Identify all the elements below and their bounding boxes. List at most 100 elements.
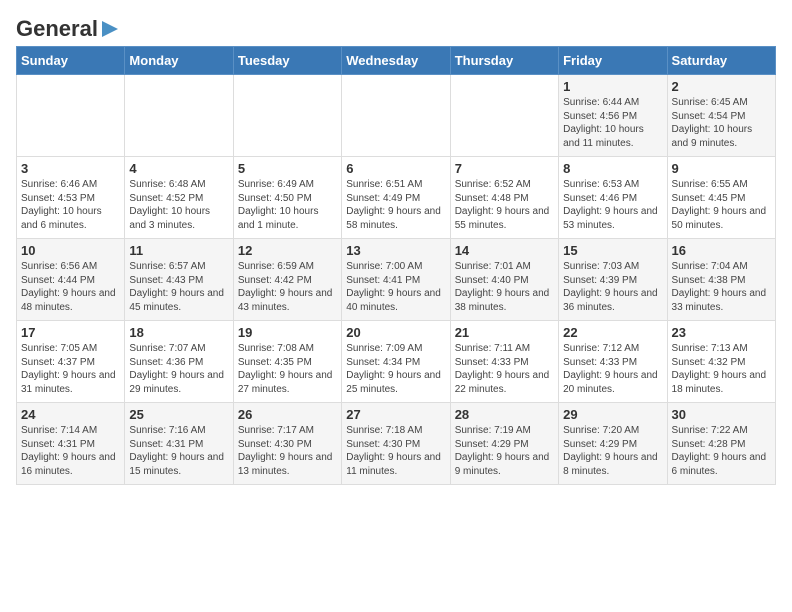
day-cell: 25 Sunrise: 7:16 AM Sunset: 4:31 PM Dayli… xyxy=(125,403,233,485)
header-cell-wednesday: Wednesday xyxy=(342,47,450,75)
day-cell: 26 Sunrise: 7:17 AM Sunset: 4:30 PM Dayli… xyxy=(233,403,341,485)
logo-general: General xyxy=(16,16,98,42)
day-info: Sunrise: 6:59 AM Sunset: 4:42 PM Dayligh… xyxy=(238,260,337,314)
day-number: 25 xyxy=(129,407,228,422)
day-cell: 30 Sunrise: 7:22 AM Sunset: 4:28 PM Dayli… xyxy=(667,403,775,485)
logo-arrow-icon xyxy=(100,19,120,39)
logo: General xyxy=(16,16,120,38)
header-cell-saturday: Saturday xyxy=(667,47,775,75)
day-cell xyxy=(450,75,558,157)
calendar-table: SundayMondayTuesdayWednesdayThursdayFrid… xyxy=(16,46,776,485)
day-cell: 15Sunrise: 7:03 AM Sunset: 4:39 PM Dayli… xyxy=(559,239,667,321)
week-row-1: 1 Sunrise: 6:44 AM Sunset: 4:56 PM Daylig… xyxy=(17,75,776,157)
day-cell: 19 Sunrise: 7:08 AM Sunset: 4:35 PM Dayli… xyxy=(233,321,341,403)
day-cell: 28Sunrise: 7:19 AM Sunset: 4:29 PM Dayli… xyxy=(450,403,558,485)
header-row: SundayMondayTuesdayWednesdayThursdayFrid… xyxy=(17,47,776,75)
day-info: Sunrise: 7:04 AM Sunset: 4:38 PM Dayligh… xyxy=(672,260,771,314)
day-cell: 9Sunrise: 6:55 AM Sunset: 4:45 PM Daylig… xyxy=(667,157,775,239)
day-info: Sunrise: 6:45 AM Sunset: 4:54 PM Dayligh… xyxy=(672,96,771,150)
day-number: 19 xyxy=(238,325,337,340)
day-info: Sunrise: 6:51 AM Sunset: 4:49 PM Dayligh… xyxy=(346,178,445,232)
header-cell-monday: Monday xyxy=(125,47,233,75)
day-cell xyxy=(342,75,450,157)
day-cell: 29Sunrise: 7:20 AM Sunset: 4:29 PM Dayli… xyxy=(559,403,667,485)
day-info: Sunrise: 6:52 AM Sunset: 4:48 PM Dayligh… xyxy=(455,178,554,232)
day-info: Sunrise: 7:19 AM Sunset: 4:29 PM Dayligh… xyxy=(455,424,554,478)
day-cell xyxy=(233,75,341,157)
day-cell: 16 Sunrise: 7:04 AM Sunset: 4:38 PM Dayli… xyxy=(667,239,775,321)
day-info: Sunrise: 7:13 AM Sunset: 4:32 PM Dayligh… xyxy=(672,342,771,396)
day-info: Sunrise: 6:46 AM Sunset: 4:53 PM Dayligh… xyxy=(21,178,120,232)
day-number: 10 xyxy=(21,243,120,258)
day-number: 17 xyxy=(21,325,120,340)
calendar-header: SundayMondayTuesdayWednesdayThursdayFrid… xyxy=(17,47,776,75)
day-info: Sunrise: 6:57 AM Sunset: 4:43 PM Dayligh… xyxy=(129,260,228,314)
day-number: 16 xyxy=(672,243,771,258)
day-info: Sunrise: 7:14 AM Sunset: 4:31 PM Dayligh… xyxy=(21,424,120,478)
day-info: Sunrise: 7:07 AM Sunset: 4:36 PM Dayligh… xyxy=(129,342,228,396)
day-number: 12 xyxy=(238,243,337,258)
day-info: Sunrise: 6:49 AM Sunset: 4:50 PM Dayligh… xyxy=(238,178,337,232)
day-info: Sunrise: 7:12 AM Sunset: 4:33 PM Dayligh… xyxy=(563,342,662,396)
day-number: 7 xyxy=(455,161,554,176)
header-cell-tuesday: Tuesday xyxy=(233,47,341,75)
day-number: 8 xyxy=(563,161,662,176)
day-number: 9 xyxy=(672,161,771,176)
day-cell: 21 Sunrise: 7:11 AM Sunset: 4:33 PM Dayli… xyxy=(450,321,558,403)
day-cell: 4 Sunrise: 6:48 AM Sunset: 4:52 PM Daylig… xyxy=(125,157,233,239)
day-cell: 1 Sunrise: 6:44 AM Sunset: 4:56 PM Daylig… xyxy=(559,75,667,157)
week-row-3: 10 Sunrise: 6:56 AM Sunset: 4:44 PM Dayli… xyxy=(17,239,776,321)
day-cell: 17 Sunrise: 7:05 AM Sunset: 4:37 PM Dayli… xyxy=(17,321,125,403)
day-number: 21 xyxy=(455,325,554,340)
day-number: 14 xyxy=(455,243,554,258)
day-cell: 2 Sunrise: 6:45 AM Sunset: 4:54 PM Daylig… xyxy=(667,75,775,157)
day-number: 18 xyxy=(129,325,228,340)
day-info: Sunrise: 7:16 AM Sunset: 4:31 PM Dayligh… xyxy=(129,424,228,478)
calendar-body: 1 Sunrise: 6:44 AM Sunset: 4:56 PM Daylig… xyxy=(17,75,776,485)
day-number: 23 xyxy=(672,325,771,340)
day-number: 1 xyxy=(563,79,662,94)
day-info: Sunrise: 6:56 AM Sunset: 4:44 PM Dayligh… xyxy=(21,260,120,314)
week-row-5: 24 Sunrise: 7:14 AM Sunset: 4:31 PM Dayli… xyxy=(17,403,776,485)
day-number: 30 xyxy=(672,407,771,422)
day-number: 2 xyxy=(672,79,771,94)
week-row-2: 3Sunrise: 6:46 AM Sunset: 4:53 PM Daylig… xyxy=(17,157,776,239)
day-cell: 20Sunrise: 7:09 AM Sunset: 4:34 PM Dayli… xyxy=(342,321,450,403)
day-info: Sunrise: 7:08 AM Sunset: 4:35 PM Dayligh… xyxy=(238,342,337,396)
day-cell: 27 Sunrise: 7:18 AM Sunset: 4:30 PM Dayli… xyxy=(342,403,450,485)
day-info: Sunrise: 7:01 AM Sunset: 4:40 PM Dayligh… xyxy=(455,260,554,314)
day-info: Sunrise: 7:17 AM Sunset: 4:30 PM Dayligh… xyxy=(238,424,337,478)
day-cell: 6Sunrise: 6:51 AM Sunset: 4:49 PM Daylig… xyxy=(342,157,450,239)
day-info: Sunrise: 7:11 AM Sunset: 4:33 PM Dayligh… xyxy=(455,342,554,396)
day-info: Sunrise: 6:44 AM Sunset: 4:56 PM Dayligh… xyxy=(563,96,662,150)
day-number: 11 xyxy=(129,243,228,258)
page-header: General xyxy=(16,16,776,38)
day-cell: 8 Sunrise: 6:53 AM Sunset: 4:46 PM Daylig… xyxy=(559,157,667,239)
day-number: 22 xyxy=(563,325,662,340)
day-cell: 5 Sunrise: 6:49 AM Sunset: 4:50 PM Daylig… xyxy=(233,157,341,239)
day-number: 26 xyxy=(238,407,337,422)
day-info: Sunrise: 6:53 AM Sunset: 4:46 PM Dayligh… xyxy=(563,178,662,232)
day-number: 4 xyxy=(129,161,228,176)
day-number: 13 xyxy=(346,243,445,258)
day-cell: 18 Sunrise: 7:07 AM Sunset: 4:36 PM Dayli… xyxy=(125,321,233,403)
day-number: 24 xyxy=(21,407,120,422)
day-info: Sunrise: 7:03 AM Sunset: 4:39 PM Dayligh… xyxy=(563,260,662,314)
day-info: Sunrise: 7:18 AM Sunset: 4:30 PM Dayligh… xyxy=(346,424,445,478)
day-info: Sunrise: 7:05 AM Sunset: 4:37 PM Dayligh… xyxy=(21,342,120,396)
day-info: Sunrise: 7:22 AM Sunset: 4:28 PM Dayligh… xyxy=(672,424,771,478)
day-number: 5 xyxy=(238,161,337,176)
day-cell: 24 Sunrise: 7:14 AM Sunset: 4:31 PM Dayli… xyxy=(17,403,125,485)
header-cell-sunday: Sunday xyxy=(17,47,125,75)
day-cell: 14 Sunrise: 7:01 AM Sunset: 4:40 PM Dayli… xyxy=(450,239,558,321)
day-info: Sunrise: 7:09 AM Sunset: 4:34 PM Dayligh… xyxy=(346,342,445,396)
day-number: 27 xyxy=(346,407,445,422)
day-cell: 12 Sunrise: 6:59 AM Sunset: 4:42 PM Dayli… xyxy=(233,239,341,321)
day-cell: 10 Sunrise: 6:56 AM Sunset: 4:44 PM Dayli… xyxy=(17,239,125,321)
day-info: Sunrise: 7:20 AM Sunset: 4:29 PM Dayligh… xyxy=(563,424,662,478)
header-cell-thursday: Thursday xyxy=(450,47,558,75)
day-cell xyxy=(17,75,125,157)
day-cell xyxy=(125,75,233,157)
week-row-4: 17 Sunrise: 7:05 AM Sunset: 4:37 PM Dayli… xyxy=(17,321,776,403)
day-info: Sunrise: 6:48 AM Sunset: 4:52 PM Dayligh… xyxy=(129,178,228,232)
